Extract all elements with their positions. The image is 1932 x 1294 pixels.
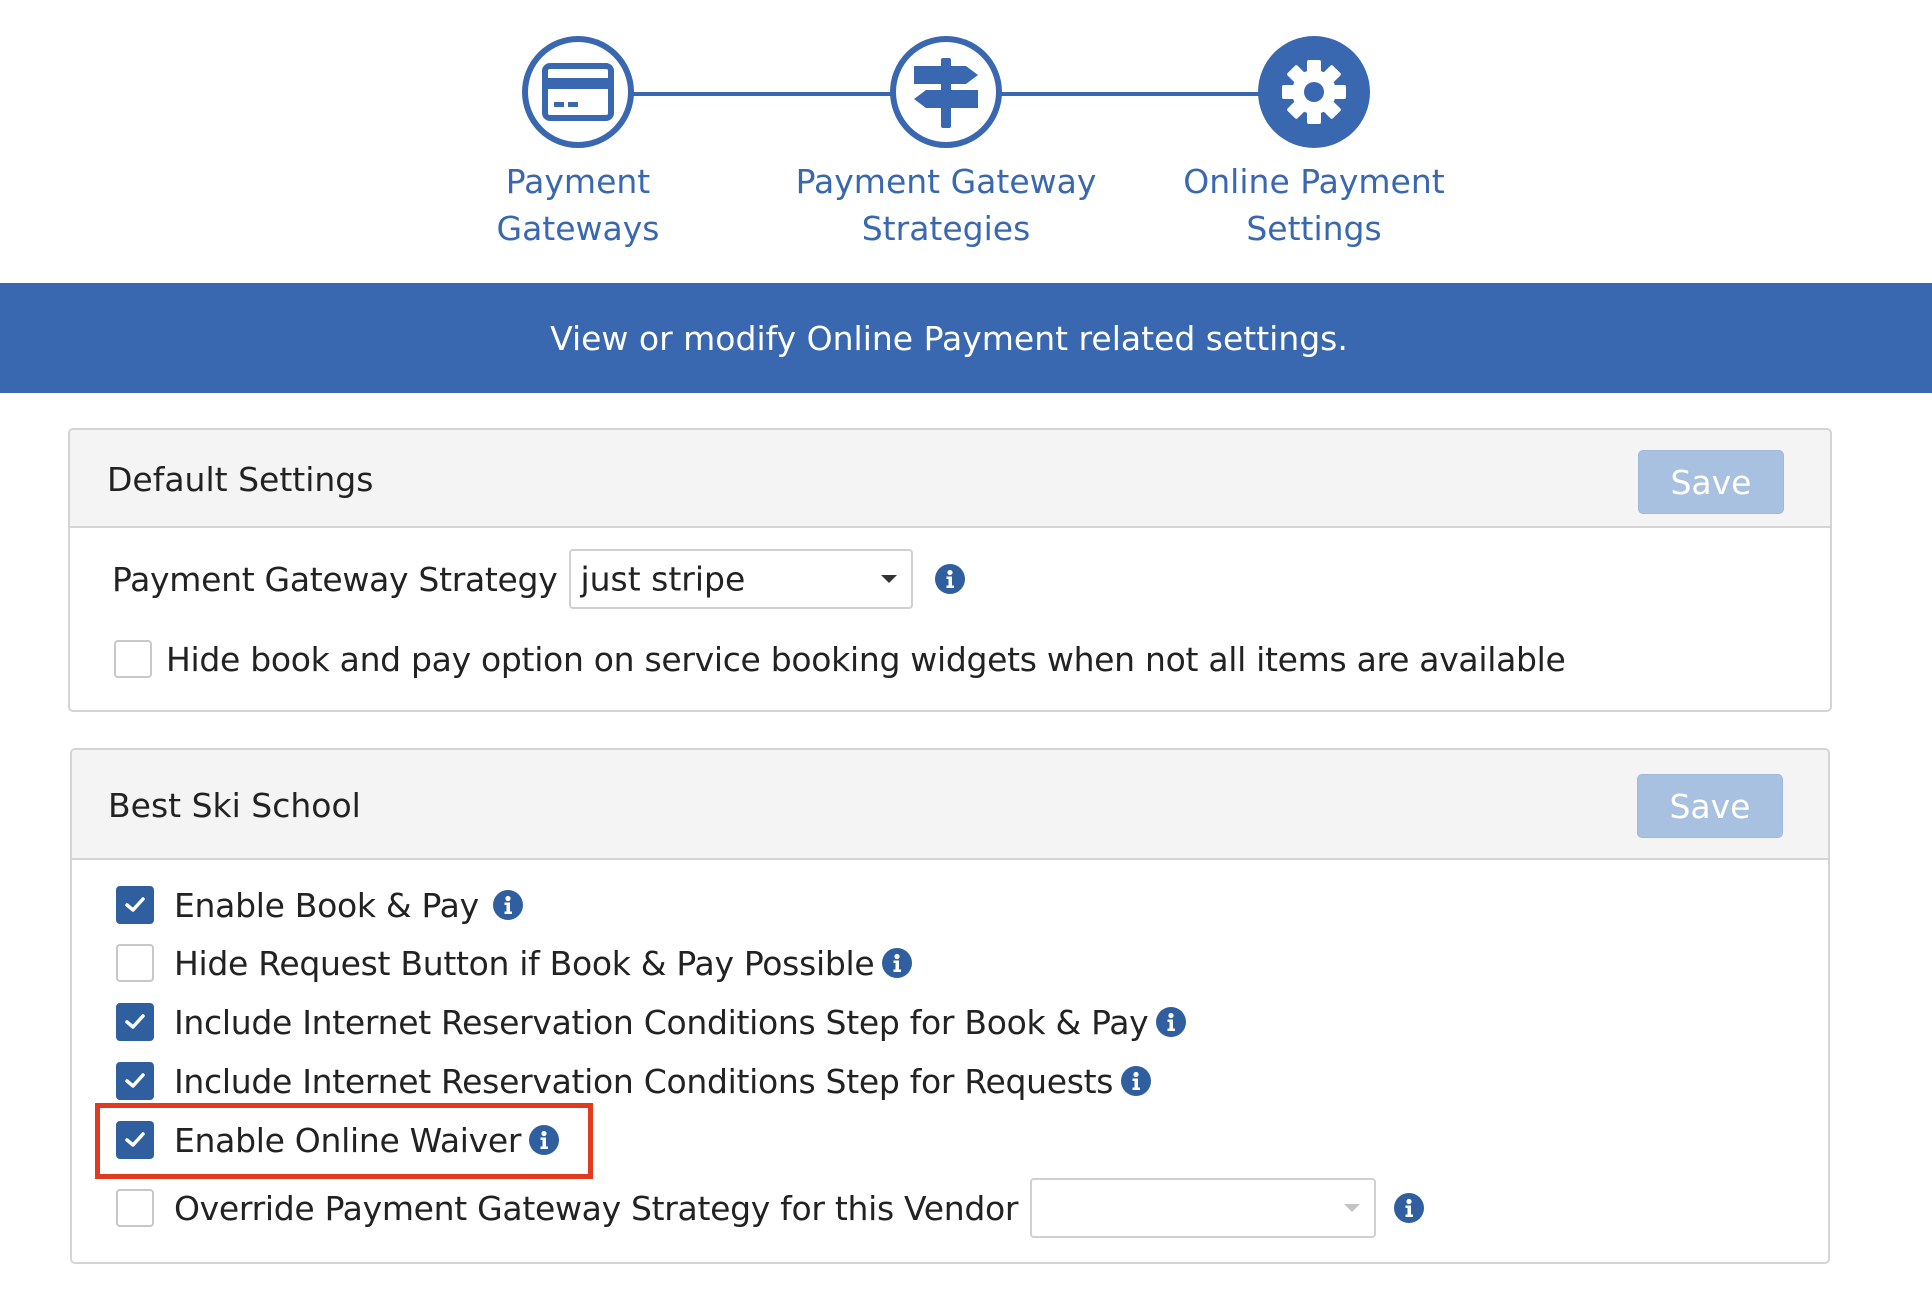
override-strategy-select[interactable] — [1030, 1178, 1377, 1238]
hide-request-button-checkbox[interactable] — [116, 944, 154, 982]
option-override-strategy: Override Payment Gateway Strategy for th… — [116, 1178, 1425, 1238]
step-label-line: Online Payment — [1183, 162, 1445, 201]
override-strategy-label: Override Payment Gateway Strategy for th… — [174, 1188, 1019, 1228]
step-payment-gateways-button[interactable] — [522, 36, 634, 148]
info-glyph — [540, 1130, 549, 1149]
enable-book-pay-label: Enable Book & Pay — [174, 885, 479, 925]
step-label-line: Settings — [1246, 209, 1382, 248]
vendor-settings-panel: Best Ski School Save Enable Book & Pay H… — [70, 748, 1830, 1264]
info-glyph — [1132, 1071, 1141, 1090]
info-icon[interactable] — [492, 890, 523, 920]
panel-header: Default Settings Save — [70, 430, 1830, 528]
checkmark-icon — [125, 897, 145, 912]
info-icon[interactable] — [1156, 1007, 1187, 1037]
info-icon[interactable] — [935, 564, 966, 594]
step-payment-gateways-label[interactable]: Payment Gateways — [408, 158, 748, 252]
step-label-line: Payment Gateway — [795, 162, 1097, 201]
step-label-line: Strategies — [861, 209, 1031, 248]
info-glyph — [504, 895, 512, 914]
step-online-payment-settings-button[interactable] — [1258, 36, 1370, 148]
signpost-icon — [914, 58, 978, 128]
step-gateway-strategies-button[interactable] — [890, 36, 1002, 148]
step-label-line: Payment — [505, 162, 651, 201]
info-glyph — [946, 569, 955, 588]
payment-gateway-strategy-row: Payment Gateway Strategy just stripe — [112, 549, 966, 609]
conditions-book-pay-checkbox[interactable] — [116, 1003, 154, 1041]
info-banner: View or modify Online Payment related se… — [0, 283, 1932, 393]
payment-gateway-strategy-label: Payment Gateway Strategy — [112, 559, 558, 599]
wizard-connector — [632, 92, 894, 96]
conditions-requests-checkbox[interactable] — [116, 1062, 154, 1100]
banner-text: View or modify Online Payment related se… — [550, 318, 1348, 358]
wizard-steps: Payment Gateways Payment Gateway Strateg… — [0, 0, 1932, 282]
hide-book-pay-label: Hide book and pay option on service book… — [166, 639, 1566, 679]
hide-book-pay-checkbox[interactable] — [114, 640, 152, 678]
info-icon[interactable] — [882, 948, 913, 978]
chevron-down-icon — [1344, 1204, 1361, 1212]
info-icon[interactable] — [529, 1125, 560, 1155]
vendor-save-button[interactable]: Save — [1637, 774, 1783, 838]
checkmark-icon — [125, 1132, 145, 1147]
enable-book-pay-checkbox[interactable] — [116, 886, 154, 924]
step-online-payment-settings-label[interactable]: Online Payment Settings — [1144, 158, 1484, 252]
chevron-down-icon — [881, 575, 898, 583]
default-settings-panel: Default Settings Save Payment Gateway St… — [68, 428, 1832, 712]
info-icon[interactable] — [1394, 1193, 1425, 1223]
info-icon[interactable] — [1121, 1066, 1152, 1096]
option-enable-online-waiver: Enable Online Waiver — [116, 1117, 560, 1163]
wizard-connector — [1000, 92, 1262, 96]
payment-gateway-strategy-select[interactable]: just stripe — [569, 549, 914, 609]
conditions-requests-label: Include Internet Reservation Conditions … — [174, 1061, 1114, 1101]
checkmark-icon — [125, 1014, 145, 1029]
hide-book-pay-row: Hide book and pay option on service book… — [114, 636, 1566, 682]
option-hide-request-button: Hide Request Button if Book & Pay Possib… — [116, 940, 913, 986]
override-strategy-checkbox[interactable] — [116, 1189, 154, 1227]
gear-icon — [1282, 60, 1346, 124]
step-label-line: Gateways — [496, 209, 660, 248]
panel-title: Default Settings — [107, 460, 374, 499]
option-conditions-book-pay: Include Internet Reservation Conditions … — [116, 999, 1187, 1045]
checkmark-icon — [125, 1073, 145, 1088]
credit-card-icon — [542, 63, 614, 121]
default-settings-save-button[interactable]: Save — [1638, 450, 1784, 514]
enable-online-waiver-checkbox[interactable] — [116, 1121, 154, 1159]
hide-request-button-label: Hide Request Button if Book & Pay Possib… — [174, 943, 875, 983]
conditions-book-pay-label: Include Internet Reservation Conditions … — [174, 1002, 1149, 1042]
step-gateway-strategies-label[interactable]: Payment Gateway Strategies — [776, 158, 1116, 252]
enable-online-waiver-label: Enable Online Waiver — [174, 1120, 522, 1160]
panel-title: Best Ski School — [108, 786, 361, 825]
select-value: just stripe — [580, 559, 746, 599]
panel-header: Best Ski School Save — [72, 750, 1828, 860]
info-glyph — [1167, 1012, 1176, 1031]
info-glyph — [893, 953, 902, 972]
info-glyph — [1405, 1198, 1414, 1217]
option-conditions-requests: Include Internet Reservation Conditions … — [116, 1058, 1152, 1104]
option-enable-book-pay: Enable Book & Pay — [116, 882, 523, 928]
